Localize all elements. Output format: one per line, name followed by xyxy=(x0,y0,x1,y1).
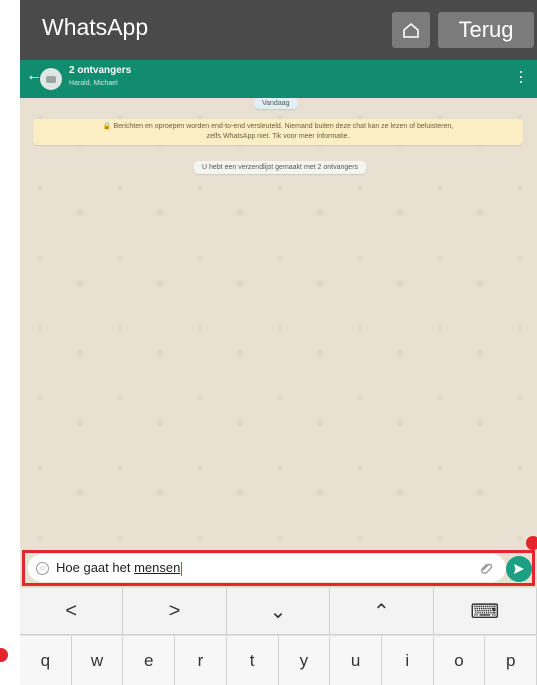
keyboard: < > ⌄ ⌃ ⌨ q w e r t y u i o p xyxy=(20,588,537,685)
chat-area: Vandaag 🔒 Berichten en oproepen worden e… xyxy=(20,98,537,548)
key-left[interactable]: < xyxy=(20,588,124,635)
key-w[interactable]: w xyxy=(71,636,124,685)
encryption-line-2: zelfs WhatsApp niet. Tik voor meer infor… xyxy=(206,133,350,140)
overflow-menu-icon[interactable] xyxy=(520,71,523,85)
key-right[interactable]: > xyxy=(123,588,227,635)
encryption-notice[interactable]: 🔒 Berichten en oproepen worden end-to-en… xyxy=(33,119,523,145)
avatar[interactable] xyxy=(40,68,62,90)
key-r[interactable]: r xyxy=(175,636,227,685)
key-i[interactable]: i xyxy=(381,636,434,685)
key-p[interactable]: p xyxy=(485,636,537,685)
chat-title[interactable]: 2 ontvangers xyxy=(69,65,131,76)
chat-members: Harald, Michael xyxy=(69,80,118,87)
app-title: WhatsApp xyxy=(42,14,149,40)
keyboard-hide-icon[interactable]: ⌨ xyxy=(433,588,537,635)
keyboard-letter-row: q w e r t y u i o p xyxy=(20,636,537,685)
home-button[interactable] xyxy=(392,12,430,48)
date-divider: Vandaag xyxy=(254,98,298,109)
key-o[interactable]: o xyxy=(433,636,486,685)
key-u[interactable]: u xyxy=(330,636,382,685)
highlight-box xyxy=(22,550,535,586)
callout-marker-right xyxy=(526,536,537,550)
key-up[interactable]: ⌃ xyxy=(330,588,434,635)
home-icon xyxy=(403,22,419,38)
broadcast-info: U hebt een verzendlijst gemaakt met 2 on… xyxy=(194,161,367,174)
key-t[interactable]: t xyxy=(226,636,279,685)
chat-header: ← 2 ontvangers Harald, Michael xyxy=(20,60,537,98)
app-bar: WhatsApp Terug xyxy=(20,0,537,60)
key-down[interactable]: ⌄ xyxy=(226,588,331,635)
keyboard-nav-row: < > ⌄ ⌃ ⌨ xyxy=(20,588,537,635)
encryption-line-1: 🔒 Berichten en oproepen worden end-to-en… xyxy=(102,123,454,130)
key-q[interactable]: q xyxy=(20,636,72,685)
key-e[interactable]: e xyxy=(123,636,176,685)
left-margin xyxy=(0,0,20,685)
key-y[interactable]: y xyxy=(278,636,331,685)
back-button[interactable]: Terug xyxy=(438,12,534,48)
